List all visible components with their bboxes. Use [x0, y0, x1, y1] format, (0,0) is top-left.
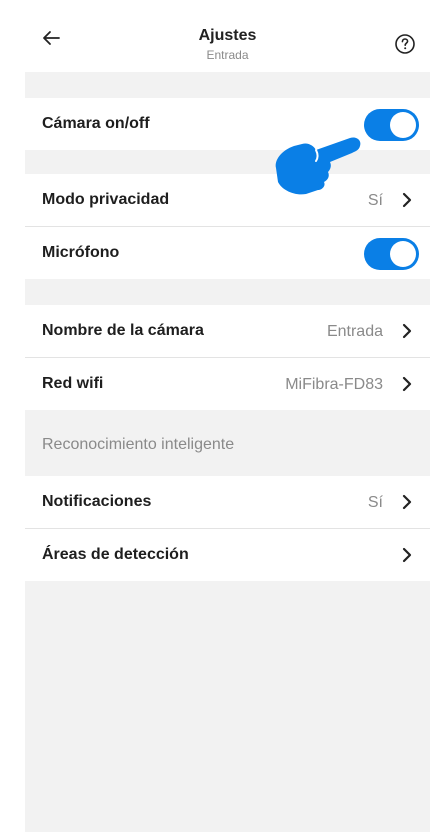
section-title-smart-recognition: Reconocimiento inteligente [42, 436, 235, 453]
notifications-value: Sí [367, 494, 383, 511]
question-circle-icon[interactable] [394, 33, 416, 55]
wifi-row[interactable]: Red wifi MiFibra-FD83 [25, 358, 430, 410]
toggle-knob [390, 112, 416, 138]
toggle-knob [390, 241, 416, 267]
top-bar: Ajustes Entrada [25, 0, 430, 72]
chevron-right-icon [402, 376, 412, 392]
camera-toggle[interactable] [364, 109, 419, 141]
microphone-toggle[interactable] [364, 238, 419, 270]
microphone-row[interactable]: Micrófono [25, 227, 430, 279]
chevron-right-icon [402, 323, 412, 339]
camera-info-group: Nombre de la cámara Entrada Red wifi MiF… [25, 305, 430, 410]
page-title: Ajustes [198, 27, 257, 44]
settings-screen: Ajustes Entrada Cámara on/off Modo priva… [25, 0, 430, 832]
chevron-right-icon [402, 494, 412, 510]
camera-name-row[interactable]: Nombre de la cámara Entrada [25, 305, 430, 358]
camera-name-value: Entrada [326, 323, 383, 340]
chevron-right-icon [402, 192, 412, 208]
notifications-row[interactable]: Notificaciones Sí [25, 476, 430, 529]
notifications-label: Notificaciones [42, 493, 152, 510]
page-subtitle: Entrada [206, 48, 249, 62]
hand-pointer-icon [275, 137, 361, 195]
camera-name-label: Nombre de la cámara [42, 322, 204, 339]
chevron-right-icon [402, 547, 412, 563]
camera-toggle-label: Cámara on/off [42, 115, 150, 132]
wifi-label: Red wifi [42, 375, 104, 392]
detection-areas-label: Áreas de detección [42, 546, 189, 563]
microphone-label: Micrófono [42, 244, 120, 261]
smart-recognition-group: Notificaciones Sí Áreas de detección [25, 476, 430, 581]
wifi-value: MiFibra-FD83 [285, 376, 383, 393]
detection-areas-row[interactable]: Áreas de detección [25, 529, 430, 581]
privacy-mode-label: Modo privacidad [42, 191, 170, 208]
